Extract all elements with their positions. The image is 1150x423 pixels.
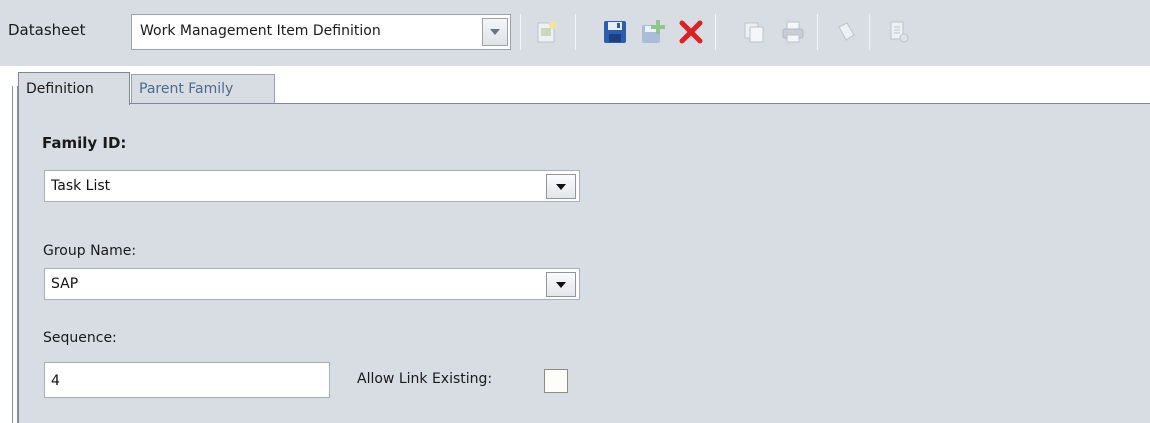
tab-definition[interactable]: Definition: [18, 72, 130, 105]
save-new-icon[interactable]: [637, 16, 669, 48]
toolbar-separator: [575, 14, 576, 50]
report-icon[interactable]: [883, 16, 915, 48]
toolbar-separator: [869, 14, 870, 50]
toolbar-separator: [715, 14, 716, 50]
clear-icon[interactable]: [830, 16, 862, 48]
group-name-dropdown-button[interactable]: [546, 272, 576, 297]
new-record-icon[interactable]: [531, 16, 563, 48]
save-icon[interactable]: [599, 16, 631, 48]
sequence-input[interactable]: 4: [44, 362, 330, 398]
family-id-dropdown[interactable]: Task List: [44, 170, 580, 202]
datasheet-dropdown-button[interactable]: [482, 18, 508, 46]
copy-icon[interactable]: [738, 16, 770, 48]
tab-parent-family[interactable]: Parent Family: [131, 74, 275, 104]
family-id-dropdown-button[interactable]: [546, 174, 576, 199]
allow-link-existing-label: Allow Link Existing:: [357, 371, 493, 387]
chevron-down-icon: [556, 281, 566, 288]
sequence-value: 4: [51, 373, 60, 389]
family-id-label: Family ID:: [42, 134, 127, 152]
chevron-down-icon: [490, 29, 500, 35]
chevron-down-icon: [556, 183, 566, 190]
datasheet-dropdown-value: Work Management Item Definition: [140, 23, 381, 39]
datasheet-toolbar: Datasheet Work Management Item Definitio…: [0, 0, 1150, 66]
group-name-value: SAP: [51, 276, 79, 292]
toolbar-separator: [520, 14, 521, 50]
group-name-label: Group Name:: [43, 243, 137, 259]
print-icon[interactable]: [777, 16, 809, 48]
toolbar-separator: [817, 14, 818, 50]
sequence-label: Sequence:: [43, 330, 117, 346]
definition-panel: Family ID: Task List Group Name: SAP Seq…: [18, 103, 1150, 423]
allow-link-existing-checkbox[interactable]: [544, 369, 568, 393]
datasheet-label: Datasheet: [8, 21, 86, 39]
delete-icon[interactable]: [675, 16, 707, 48]
family-id-value: Task List: [51, 178, 111, 194]
group-name-dropdown[interactable]: SAP: [44, 268, 580, 300]
tab-strip: Definition Parent Family: [0, 66, 1150, 105]
datasheet-dropdown[interactable]: Work Management Item Definition: [131, 14, 511, 50]
